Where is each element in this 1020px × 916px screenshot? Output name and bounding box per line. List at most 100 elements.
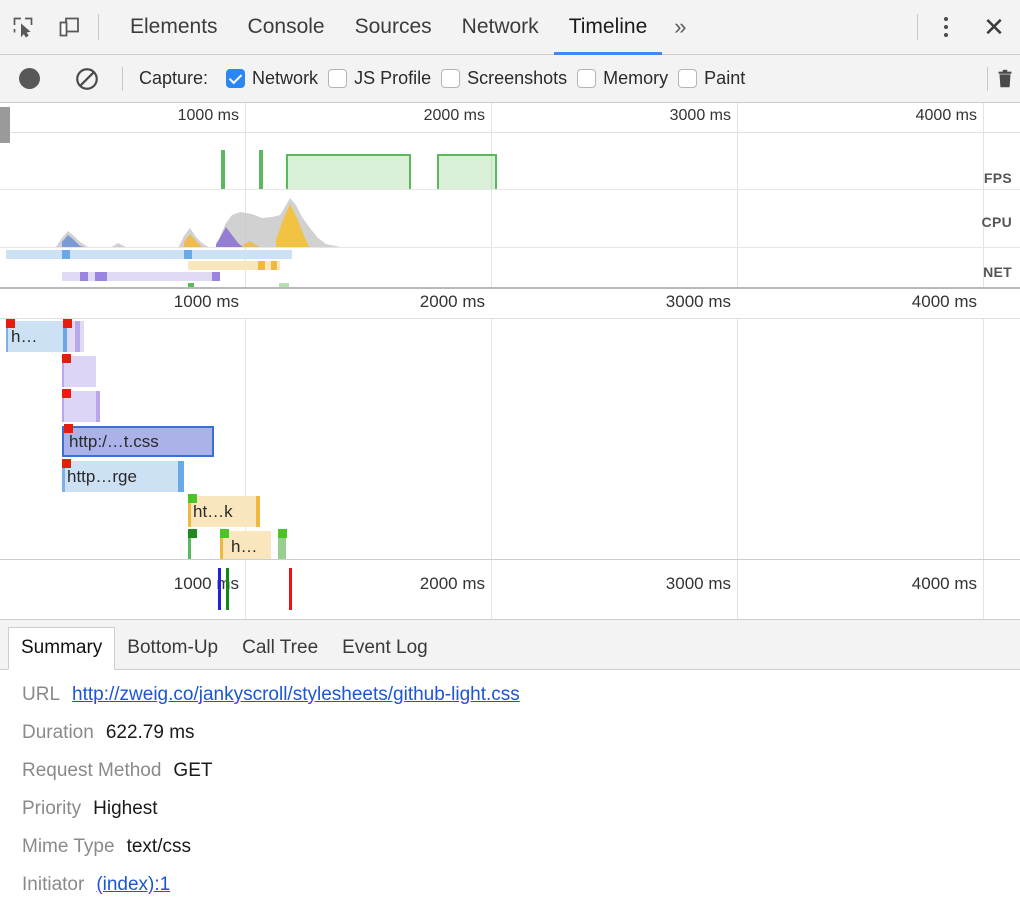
tab-bottom-up[interactable]: Bottom-Up [115,628,230,669]
memory-label: Memory [603,68,668,89]
network-request-bar[interactable]: h… [188,531,286,562]
waterfall-row[interactable]: http:/…t.css [0,424,1020,459]
waterfall-row[interactable] [0,354,1020,389]
summary-key: Duration [22,722,94,744]
network-label: Network [252,68,318,89]
trash-area [981,55,1020,102]
fps-band-label: FPS [984,170,1012,186]
request-event-marker [62,354,71,363]
waterfall-ruler[interactable]: 1000 ms 2000 ms 3000 ms 4000 ms [0,289,1020,319]
waterfall-rows[interactable]: h… http:/…t.css http…rge ht…k h… [0,319,1020,559]
overview-band-fps: FPS [0,134,1020,190]
delete-button[interactable] [994,67,1020,91]
capture-label: Capture: [139,68,208,89]
waterfall-tick-label: 1000 ms [174,292,245,312]
dot [944,25,948,29]
summary-body: URL http://zweig.co/jankyscroll/styleshe… [0,670,1020,896]
record-circle-icon [19,68,40,89]
waterfall-row[interactable]: http…rge [0,459,1020,494]
network-request-bar[interactable]: http:/…t.css [62,426,214,457]
footer-tick-label: 4000 ms [912,574,983,594]
request-event-marker [62,389,71,398]
paint-checkbox[interactable] [678,69,697,88]
tab-label: Network [462,15,539,39]
request-label: http…rge [62,467,137,487]
tab-elements[interactable]: Elements [115,0,233,54]
request-phase-segment [96,391,100,422]
timeline-event-marker[interactable] [218,568,221,610]
waterfall-row[interactable]: ht…k [0,494,1020,529]
close-icon[interactable]: ✕ [968,0,1020,54]
summary-row-url: URL http://zweig.co/jankyscroll/styleshe… [22,684,1020,706]
fps-frame-bar [259,150,263,190]
tab-sources[interactable]: Sources [340,0,447,54]
capture-option-screenshots[interactable]: Screenshots [441,68,567,89]
network-request-bar[interactable]: ht…k [188,496,260,527]
fps-chart [0,134,1020,190]
network-waterfall[interactable]: 1000 ms 2000 ms 3000 ms 4000 ms h… http:/…t.… [0,289,1020,620]
waterfall-tick-label: 2000 ms [420,292,491,312]
cpu-band-label: CPU [982,214,1012,230]
toolbar-divider [98,14,99,40]
waterfall-tick-label: 4000 ms [912,292,983,312]
js-profile-label: JS Profile [354,68,431,89]
initiator-link[interactable]: (index):1 [96,874,170,896]
tab-console[interactable]: Console [233,0,340,54]
js-profile-checkbox[interactable] [328,69,347,88]
overview-ruler[interactable]: 1000 ms2000 ms3000 ms4000 ms [0,103,1020,133]
more-options-icon[interactable] [924,0,968,54]
capture-option-memory[interactable]: Memory [577,68,668,89]
overview-tick-label: 2000 ms [424,107,491,125]
devtools-tab-bar: Elements Console Sources Network Timelin… [0,0,1020,55]
tab-timeline[interactable]: Timeline [554,0,663,54]
footer-gridline [245,560,246,619]
request-event-marker [6,319,15,328]
net-request-segment [95,272,107,281]
network-checkbox[interactable] [226,69,245,88]
network-request-bar[interactable]: h… [6,321,84,352]
request-event-marker [220,529,229,538]
waterfall-row[interactable] [0,389,1020,424]
waterfall-footer-ruler[interactable]: 1000 ms2000 ms3000 ms4000 ms [0,559,1020,619]
screenshots-checkbox[interactable] [441,69,460,88]
tab-call-tree[interactable]: Call Tree [230,628,330,669]
waterfall-row[interactable]: h… [0,319,1020,354]
paint-label: Paint [704,68,745,89]
net-request-segment [62,250,70,259]
timeline-event-marker[interactable] [289,568,292,610]
dot [944,33,948,37]
detail-panel: Summary Bottom-Up Call Tree Event Log UR… [0,620,1020,914]
overview-tick-label: 3000 ms [670,107,737,125]
capture-option-paint[interactable]: Paint [678,68,745,89]
url-link[interactable]: http://zweig.co/jankyscroll/stylesheets/… [72,684,520,706]
request-phase-segment [256,496,260,527]
overview-window-handle-left[interactable] [0,107,10,143]
more-tabs-icon[interactable]: » [662,0,698,54]
toolbar-divider-right [917,14,918,40]
fps-frame-bar [221,150,225,190]
network-request-bar[interactable]: http…rge [62,461,184,492]
detail-tab-label: Event Log [342,637,428,658]
timeline-overview[interactable]: 1000 ms2000 ms3000 ms4000 ms FPS CPU NET [0,103,1020,289]
capture-option-network[interactable]: Network [226,68,318,89]
tab-event-log[interactable]: Event Log [330,628,440,669]
tab-summary[interactable]: Summary [8,627,115,670]
waterfall-tick-label: 3000 ms [666,292,737,312]
clear-icon [74,66,100,92]
memory-checkbox[interactable] [577,69,596,88]
clear-button[interactable] [58,66,116,92]
footer-tick-label: 3000 ms [666,574,737,594]
tab-label: Sources [355,15,432,39]
summary-row-initiator: Initiator (index):1 [22,874,1020,896]
inspect-element-icon[interactable] [0,0,46,54]
capture-option-js-profile[interactable]: JS Profile [328,68,431,89]
net-request-segment [188,261,280,270]
detail-tabs: Summary Bottom-Up Call Tree Event Log [0,620,1020,670]
tab-network[interactable]: Network [447,0,554,54]
summary-value: GET [173,760,212,782]
request-label: h… [6,327,37,347]
device-toolbar-icon[interactable] [46,0,92,54]
trash-icon [994,67,1016,91]
record-button[interactable] [0,68,58,89]
timeline-event-marker[interactable] [226,568,229,610]
